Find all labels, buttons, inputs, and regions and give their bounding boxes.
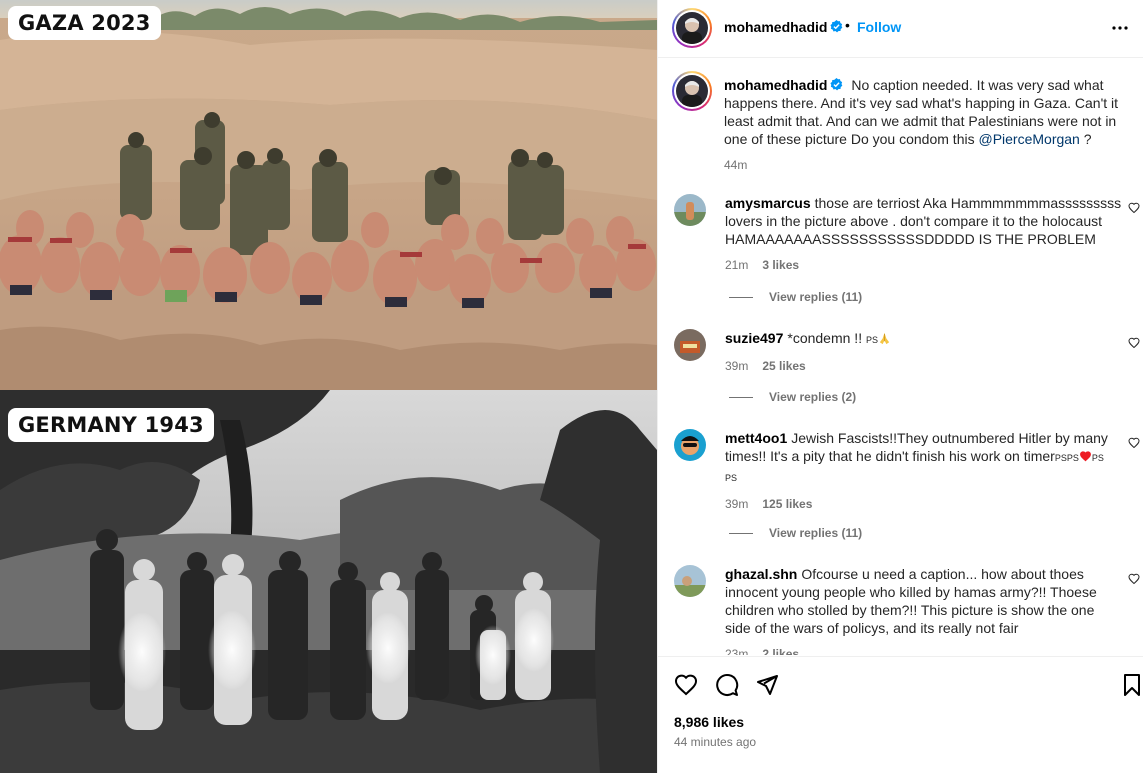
comment-like-heart-icon[interactable] [1128, 337, 1140, 349]
avatar-photo [676, 12, 708, 44]
replies-line [729, 297, 753, 299]
more-options-icon[interactable] [1108, 18, 1132, 38]
comment-avatar[interactable] [674, 329, 706, 361]
caption-username[interactable]: mohamedhadid [724, 77, 843, 93]
post-actions: 8,986 likes 44 minutes ago [658, 656, 1143, 773]
comment-ps-text-c: PS [725, 473, 738, 483]
comment-likes[interactable]: 125 likes [762, 497, 812, 511]
comment-avatar[interactable] [674, 565, 706, 597]
replies-line [729, 397, 753, 399]
comment-time[interactable]: 39m [725, 497, 748, 511]
comment-likes[interactable]: 3 likes [762, 258, 799, 272]
comment-meta: 23m 2 likes [725, 645, 1122, 655]
photo-germany-1943: GERMANY 1943 [0, 390, 657, 773]
view-replies-button[interactable]: View replies (11) [729, 290, 862, 304]
comment-like-heart-icon[interactable] [1128, 437, 1140, 449]
view-replies-button[interactable]: View replies (2) [729, 390, 856, 404]
header-username[interactable]: mohamedhadid [724, 19, 843, 35]
caption-text: mohamedhadid No caption needed. It was v… [724, 76, 1132, 174]
mention-link[interactable]: @PierceMorgan [978, 131, 1079, 147]
like-heart-icon[interactable] [674, 673, 698, 697]
comment-ps-text: PS [865, 335, 878, 345]
caption-meta: 44m [724, 156, 1132, 174]
post-side-panel: mohamedhadid • Follow mohamedhadid No ca… [657, 0, 1143, 773]
save-bookmark-icon[interactable] [1120, 673, 1143, 697]
avatar[interactable] [672, 8, 712, 48]
verified-badge-icon [830, 78, 843, 91]
comment-text: mett4oo1 Jewish Fascists!!They outnumbere… [725, 429, 1122, 513]
comment-likes[interactable]: 2 likes [762, 647, 799, 655]
photo-gaza-2023: GAZA 2023 [0, 0, 657, 390]
comment-meta: 39m 125 likes [725, 495, 1122, 513]
comment-username[interactable]: mett4oo1 [725, 430, 787, 446]
comment-avatar[interactable] [674, 194, 706, 226]
comment-like-heart-icon[interactable] [1128, 202, 1140, 214]
header-dot-separator: • [845, 17, 850, 33]
verified-badge-icon [830, 20, 843, 33]
comments-list[interactable]: mohamedhadid No caption needed. It was v… [658, 59, 1143, 655]
comment-time[interactable]: 21m [725, 258, 748, 272]
comment-likes[interactable]: 25 likes [762, 359, 805, 373]
comment-time[interactable]: 39m [725, 359, 748, 373]
comment-body: *condemn !! [787, 330, 866, 346]
post-media[interactable]: GAZA 2023 GERMANY 1943 [0, 0, 657, 773]
post-header: mohamedhadid • Follow [658, 0, 1143, 58]
comment-text: ghazal.shn Ofcourse u need a caption... h… [725, 565, 1122, 655]
comment-username[interactable]: suzie497 [725, 330, 783, 346]
photo-germany-illustration [0, 390, 657, 773]
comment-time[interactable]: 23m [725, 647, 748, 655]
share-send-icon[interactable] [755, 673, 779, 697]
post-timestamp[interactable]: 44 minutes ago [674, 735, 756, 749]
comment-meta: 39m 25 likes [725, 357, 1122, 375]
comment-bubble-icon[interactable] [715, 673, 739, 697]
comment-meta: 21m 3 likes [725, 256, 1122, 274]
photo-gaza-illustration [0, 0, 657, 390]
view-replies-button[interactable]: View replies (11) [729, 526, 862, 540]
post-like-count[interactable]: 8,986 likes [674, 714, 744, 730]
comment-username[interactable]: amysmarcus [725, 195, 811, 211]
caption-avatar-photo [676, 75, 708, 107]
caption-time[interactable]: 44m [724, 158, 747, 172]
photo-label-gaza: GAZA 2023 [8, 6, 161, 40]
replies-line [729, 533, 753, 535]
caption-avatar[interactable] [672, 71, 712, 111]
comment-ps-text-a: PSPS [1054, 453, 1079, 463]
comment-avatar[interactable] [674, 429, 706, 461]
view-replies-label: View replies (11) [769, 526, 863, 540]
photo-label-germany: GERMANY 1943 [8, 408, 214, 442]
comment-text: amysmarcus those are terriost Aka Hammmmm… [725, 194, 1122, 274]
view-replies-label: View replies (11) [769, 290, 863, 304]
follow-button[interactable]: Follow [857, 19, 901, 35]
comment-like-heart-icon[interactable] [1128, 573, 1140, 585]
comment-ps-text-b: PS [1091, 453, 1104, 463]
caption-body-end: ? [1079, 131, 1092, 147]
comment-text: suzie497 *condemn !! PS 39m 25 likes [725, 329, 1122, 375]
view-replies-label: View replies (2) [769, 390, 857, 404]
comment-username[interactable]: ghazal.shn [725, 566, 797, 582]
pray-emoji-icon [879, 332, 890, 345]
red-heart-emoji-icon [1079, 451, 1091, 462]
